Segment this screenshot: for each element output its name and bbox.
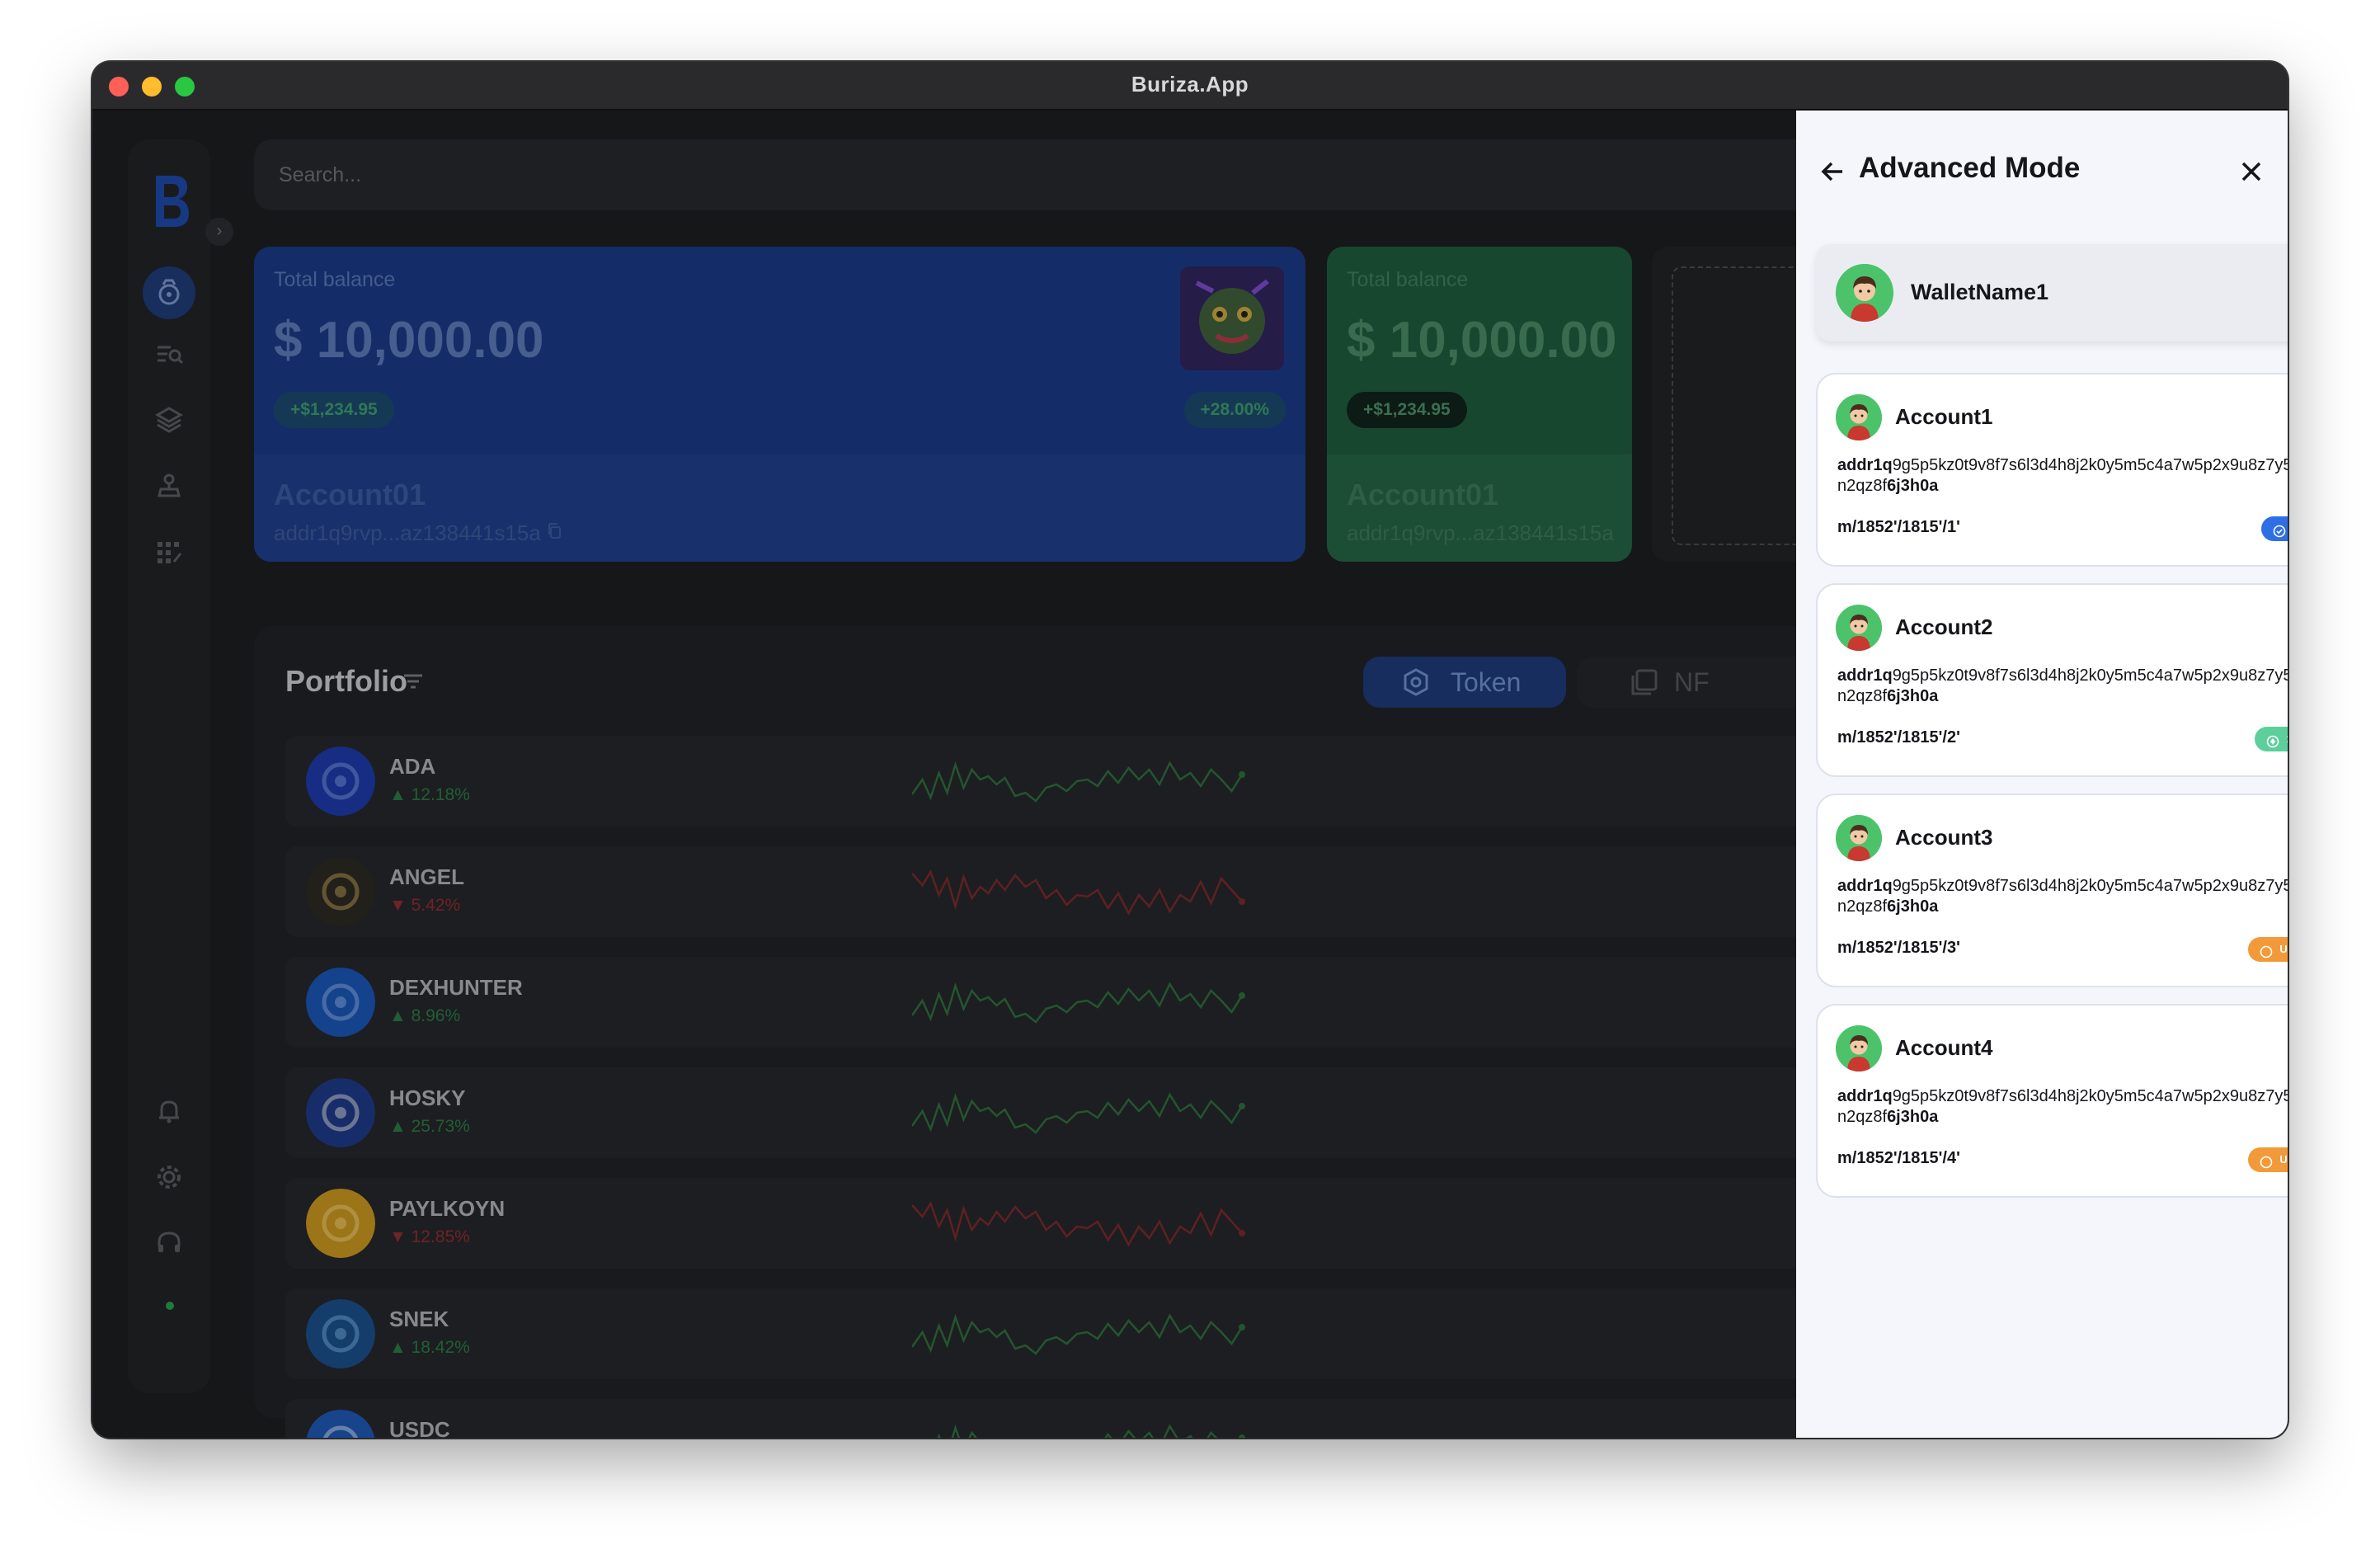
title-bar: Buriza.App xyxy=(92,62,2288,111)
account-avatar xyxy=(1836,815,1882,861)
window-title: Buriza.App xyxy=(1131,72,1249,97)
check-circle-icon xyxy=(2273,522,2286,538)
account-avatar xyxy=(1836,605,1882,651)
account-card[interactable]: Account3 addr1q9g5p5kz0t9v8f7s6l3d4h8j2k0… xyxy=(1816,794,2288,987)
derivation-path: m/1852'/1815'/1' xyxy=(1837,518,1960,536)
account-card[interactable]: Account4 addr1q9g5p5kz0t9v8f7s6l3d4h8j2k0… xyxy=(1816,1004,2288,1198)
back-arrow-icon[interactable] xyxy=(1818,157,1847,186)
derivation-path: m/1852'/1815'/4' xyxy=(1837,1149,1960,1167)
circle-icon xyxy=(2260,1153,2273,1169)
ada-icon xyxy=(2266,732,2279,748)
account-avatar xyxy=(1836,1025,1882,1072)
account-address: addr1q9g5p5kz0t9v8f7s6l3d4h8j2k0y5m5c4a7… xyxy=(1837,456,2288,495)
wallet-selector[interactable]: WalletName1 xyxy=(1816,244,2288,341)
account-avatar xyxy=(1836,394,1882,440)
derivation-path: m/1852'/1815'/3' xyxy=(1837,939,1960,957)
unused-badge: Unused xyxy=(2248,1147,2288,1172)
account-name: Account4 xyxy=(1895,1035,1993,1060)
wallet-avatar xyxy=(1836,264,1893,322)
modal-overlay[interactable] xyxy=(92,111,1796,1438)
advanced-mode-panel: Advanced Mode WalletName1 Account1 addr1q… xyxy=(1796,111,2288,1438)
panel-title: Advanced Mode xyxy=(1859,152,2081,184)
circle-icon xyxy=(2260,943,2273,958)
balance-badge: 12.021 xyxy=(2255,727,2288,751)
account-card[interactable]: Account2 addr1q9g5p5kz0t9v8f7s6l3d4h8j2k0… xyxy=(1816,583,2288,777)
account-name: Account2 xyxy=(1895,615,1993,639)
account-address: addr1q9g5p5kz0t9v8f7s6l3d4h8j2k0y5m5c4a7… xyxy=(1837,877,2288,916)
account-name: Account1 xyxy=(1895,404,1993,429)
used-badge: Used xyxy=(2261,516,2288,541)
account-address: addr1q9g5p5kz0t9v8f7s6l3d4h8j2k0y5m5c4a7… xyxy=(1837,1087,2288,1126)
unused-badge: Unused xyxy=(2248,937,2288,962)
app-window: Buriza.App › Search... Account01 addr1q9… xyxy=(92,62,2288,1438)
account-name: Account3 xyxy=(1895,825,1993,850)
wallet-name: WalletName1 xyxy=(1911,280,2049,304)
close-icon[interactable] xyxy=(2238,158,2265,185)
account-address: addr1q9g5p5kz0t9v8f7s6l3d4h8j2k0y5m5c4a7… xyxy=(1837,666,2288,705)
derivation-path: m/1852'/1815'/2' xyxy=(1837,728,1960,747)
account-card[interactable]: Account1 addr1q9g5p5kz0t9v8f7s6l3d4h8j2k0… xyxy=(1816,373,2288,567)
app-content: › Search... Account01 addr1q9rvp...az138… xyxy=(92,111,2288,1438)
